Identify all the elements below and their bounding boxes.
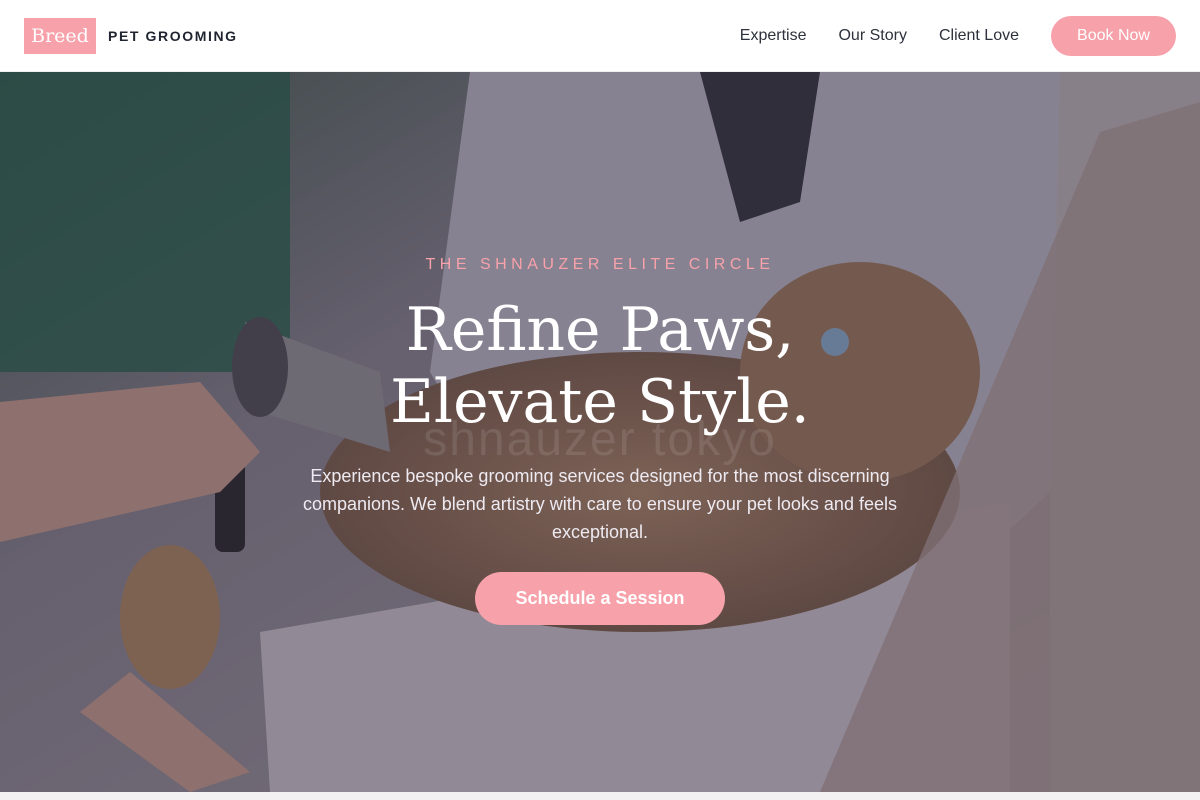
hero-watermark: shnauzer tokyo [423, 413, 777, 466]
nav-link-client-love[interactable]: Client Love [939, 27, 1019, 45]
hero-lead-text: Experience bespoke grooming services des… [303, 466, 897, 542]
site-header: Breed PET GROOMING Expertise Our Story C… [0, 0, 1200, 72]
hero-eyebrow: THE SHNAUZER ELITE CIRCLE [425, 256, 775, 273]
hero-section: THE SHNAUZER ELITE CIRCLE Refine Paws, E… [0, 72, 1200, 792]
main-nav: Expertise Our Story Client Love Book Now [708, 15, 1176, 56]
book-now-button[interactable]: Book Now [1051, 15, 1176, 56]
brand-text: PET GROOMING [108, 27, 238, 44]
hero-headline-line-1: Refine Paws, [405, 295, 795, 365]
nav-link-our-story[interactable]: Our Story [838, 27, 906, 45]
hero-content: THE SHNAUZER ELITE CIRCLE Refine Paws, E… [0, 72, 1200, 792]
nav-link-expertise[interactable]: Expertise [740, 27, 807, 45]
bottom-divider [0, 792, 1200, 800]
schedule-session-button[interactable]: Schedule a Session [475, 572, 725, 625]
brand-badge: Breed [24, 17, 96, 54]
brand-logo[interactable]: Breed PET GROOMING [24, 17, 238, 54]
